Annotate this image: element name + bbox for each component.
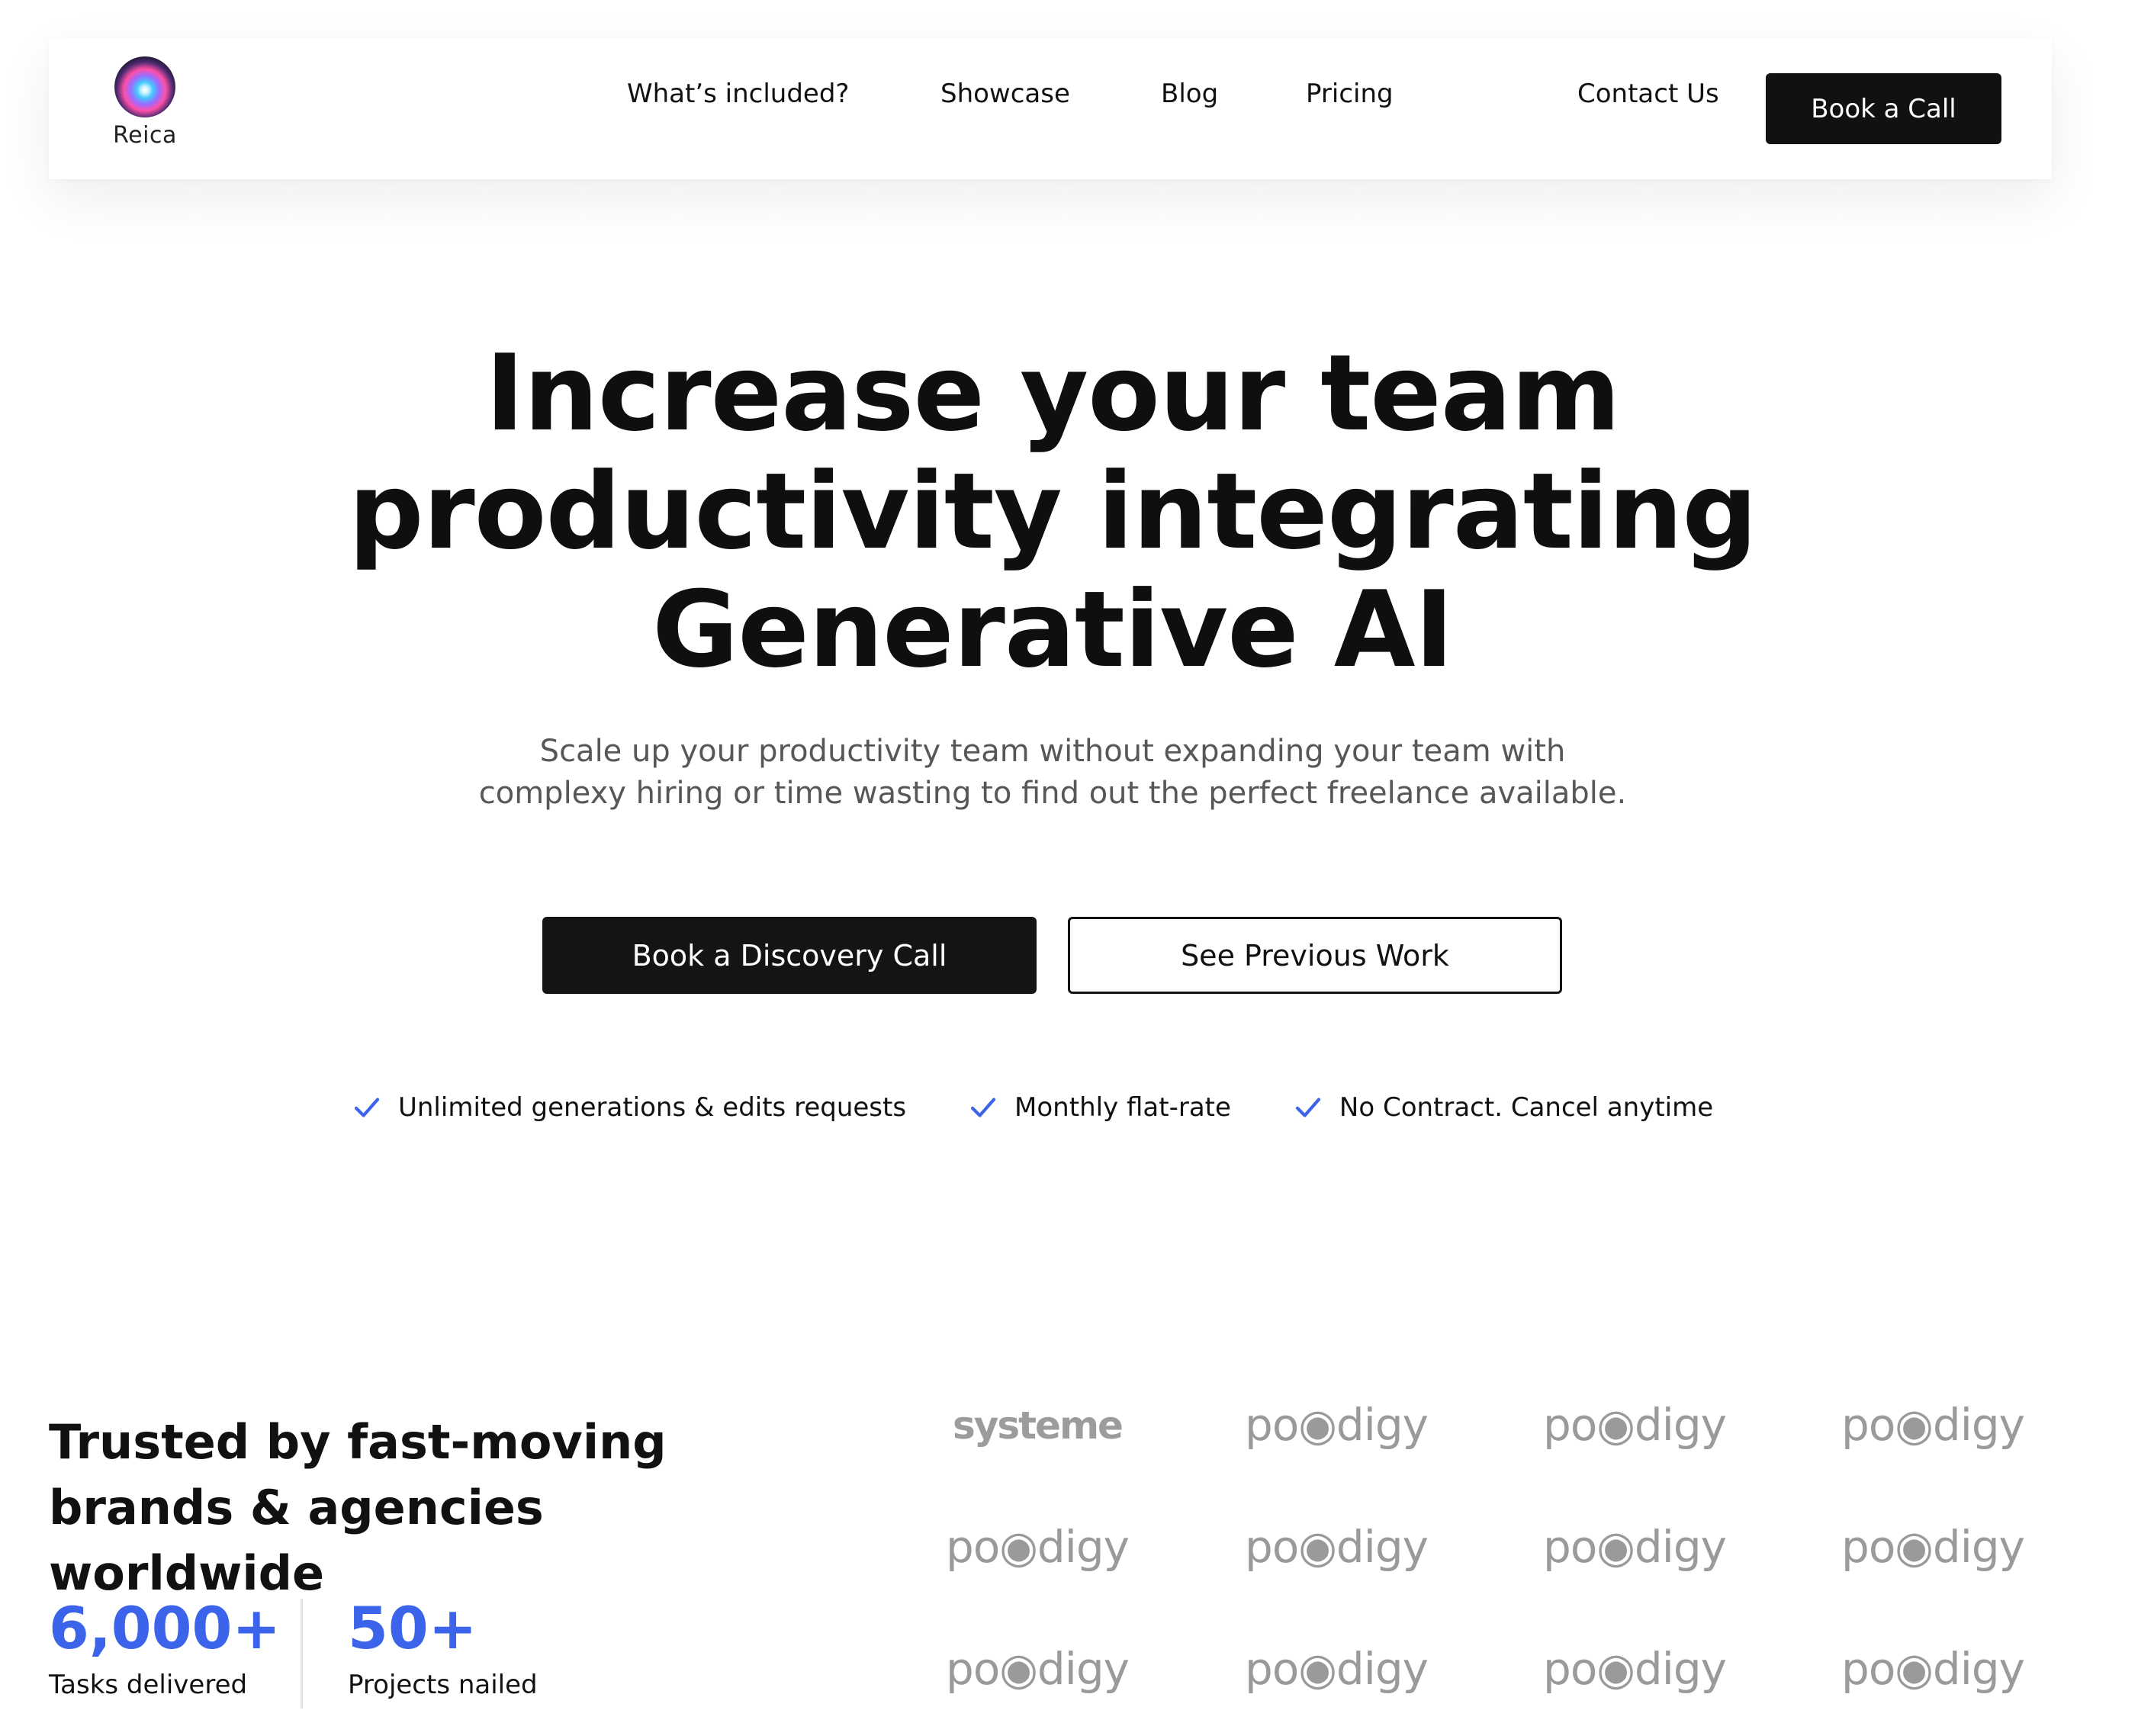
feature-list: Unlimited generations & edits requests M… [351, 1086, 1713, 1129]
book-a-call-button[interactable]: Book a Call [1766, 73, 2001, 144]
nav-link-showcase[interactable]: Showcase [940, 81, 1070, 107]
client-logo-podigy: po◉digy [1245, 1399, 1429, 1451]
feature-text: Monthly flat-rate [1014, 1092, 1231, 1123]
nav-link-pricing[interactable]: Pricing [1306, 81, 1394, 107]
hero-title-line-1: Increase your team [485, 332, 1621, 455]
feature-item: No Contract. Cancel anytime [1292, 1091, 1713, 1124]
feature-item: Unlimited generations & edits requests [351, 1091, 906, 1124]
trusted-heading: Trusted by fast-moving brands & agencies… [49, 1410, 812, 1606]
client-logo-podigy: po◉digy [946, 1643, 1130, 1695]
brand-name: Reica [113, 122, 177, 149]
check-icon [354, 1098, 380, 1117]
nav-link-blog[interactable]: Blog [1161, 81, 1218, 107]
stat-tasks: 6,000+ Tasks delivered [49, 1594, 281, 1701]
book-discovery-call-button[interactable]: Book a Discovery Call [542, 917, 1037, 994]
client-logo-podigy: po◉digy [1245, 1521, 1429, 1573]
nav-link-contact-us[interactable]: Contact Us [1577, 81, 1719, 107]
hero-title: Increase your team productivity integrat… [314, 334, 1791, 689]
navbar: Reica What’s included? Showcase Blog Pri… [49, 38, 2052, 179]
client-logo-podigy: po◉digy [1841, 1643, 2025, 1695]
stat-value: 50+ [348, 1594, 477, 1662]
client-logo-podigy: po◉digy [1543, 1399, 1727, 1451]
feature-text: No Contract. Cancel anytime [1339, 1092, 1714, 1123]
brand-logo[interactable]: Reica [102, 56, 188, 149]
hero-title-line-3: Generative AI [652, 568, 1454, 691]
trusted-heading-line-1: Trusted by fast-moving [49, 1414, 667, 1470]
nav-link-whats-included[interactable]: What’s included? [627, 81, 849, 107]
brand-logo-icon [114, 56, 175, 117]
client-logo-podigy: po◉digy [1841, 1521, 2025, 1573]
see-previous-work-button[interactable]: See Previous Work [1068, 917, 1562, 994]
check-icon [970, 1098, 996, 1117]
stat-label: Tasks delivered [49, 1670, 248, 1700]
stat-divider [301, 1599, 303, 1709]
trusted-heading-line-2: brands & agencies worldwide [49, 1480, 544, 1601]
client-logo-podigy: po◉digy [1543, 1643, 1727, 1695]
hero-title-line-2: productivity integrating [348, 450, 1757, 573]
client-logo-podigy: po◉digy [1245, 1643, 1429, 1695]
hero-subtitle: Scale up your productivity team without … [478, 734, 1627, 811]
client-logo-systeme: systeme [953, 1403, 1124, 1448]
client-logo-podigy: po◉digy [1841, 1399, 2025, 1451]
stat-projects: 50+ Projects nailed [348, 1594, 538, 1701]
stat-label: Projects nailed [348, 1670, 538, 1700]
stat-value: 6,000+ [49, 1594, 281, 1662]
feature-item: Monthly flat-rate [967, 1091, 1231, 1124]
check-icon [1295, 1098, 1321, 1117]
client-logo-podigy: po◉digy [946, 1521, 1130, 1573]
client-logo-podigy: po◉digy [1543, 1521, 1727, 1573]
feature-text: Unlimited generations & edits requests [398, 1092, 907, 1123]
